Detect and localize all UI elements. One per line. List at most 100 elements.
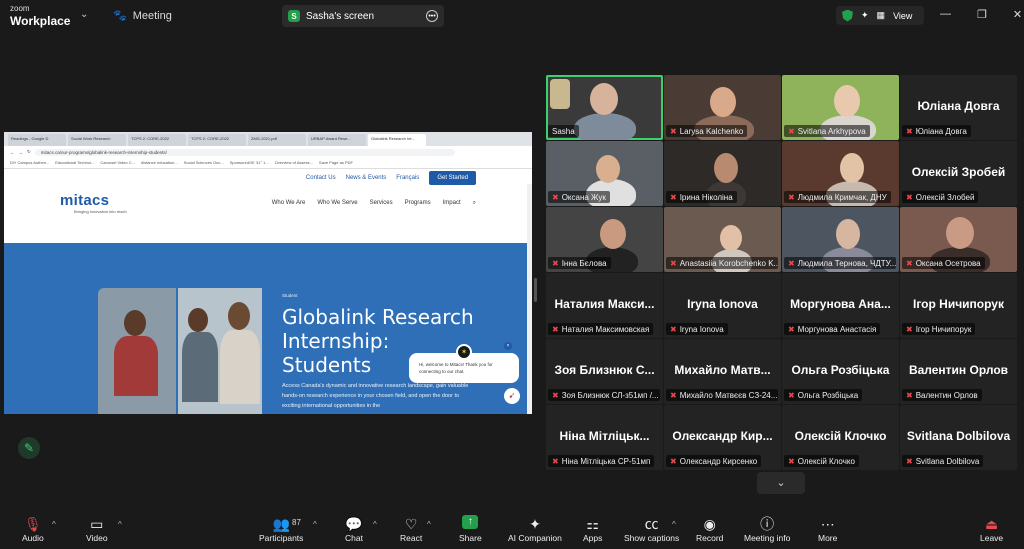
nav-who-we-are[interactable]: Who We Are: [272, 200, 306, 206]
participant-tile[interactable]: Sasha: [546, 75, 663, 140]
react-button[interactable]: ♡ React: [400, 515, 422, 543]
chevron-down-icon[interactable]: ⌄: [80, 9, 88, 20]
meeting-info-button[interactable]: ⓘ Meeting info: [744, 515, 790, 543]
bookmark[interactable]: distance education...: [141, 160, 178, 166]
bookmark[interactable]: Carousel Video C...: [100, 160, 135, 166]
bookmark[interactable]: Social Sciences Onc...: [184, 160, 224, 166]
more-button[interactable]: ⋯ More: [818, 515, 837, 543]
leave-button[interactable]: ⏏ Leave: [980, 515, 1003, 543]
video-label: Video: [86, 533, 108, 543]
get-started-button[interactable]: Get Started: [429, 171, 476, 185]
participant-tile[interactable]: ✖ Anastasiia Korobchenko K...: [664, 207, 781, 272]
bookmark[interactable]: DiY Campus Authen...: [10, 160, 49, 166]
minimize-icon[interactable]: —: [940, 8, 951, 21]
participant-tile[interactable]: Svitlana Dolbilova ✖ Svitlana Dolbilova: [900, 405, 1017, 470]
sparkle-icon[interactable]: ✦: [861, 10, 869, 21]
browser-tab[interactable]: URBAP Award Rese...: [308, 134, 366, 146]
muted-mic-icon: ✖: [552, 390, 559, 400]
captions-button[interactable]: ㏄ Show captions: [624, 515, 679, 543]
participant-tile[interactable]: ✖ Оксана Осетрова: [900, 207, 1017, 272]
participant-tile[interactable]: Iryna Ionova ✖ Iryna Ionova: [664, 273, 781, 338]
participant-tile[interactable]: ✖ Larysa Kalchenko: [664, 75, 781, 140]
participant-tile[interactable]: Олександр Кир... ✖ Олександр Кирсенко: [664, 405, 781, 470]
bookmark[interactable]: Overview of Assess...: [275, 160, 313, 166]
chat-button[interactable]: 💬 Chat: [345, 515, 363, 543]
participant-tile[interactable]: ✖ Оксана Жук: [546, 141, 663, 206]
gallery-next-page-icon[interactable]: ⌄: [757, 472, 805, 494]
browser-tab[interactable]: TCPS 2: CORE-2022: [188, 134, 246, 146]
view-control[interactable]: ✦ ▦ View: [836, 6, 924, 25]
close-icon[interactable]: ✕: [1013, 8, 1022, 21]
participant-tile[interactable]: ✖ Ірина Ніколіна: [664, 141, 781, 206]
nav-impact[interactable]: Impact: [443, 200, 461, 206]
react-options-chevron-icon[interactable]: ^: [427, 520, 431, 529]
browser-tab[interactable]: Social Work Research: [68, 134, 126, 146]
nav-who-we-serve[interactable]: Who We Serve: [317, 200, 357, 206]
video-button[interactable]: ▭ Video: [86, 515, 108, 543]
participant-tile[interactable]: Валентин Орлов ✖ Валентин Орлов: [900, 339, 1017, 404]
annotate-pencil-icon[interactable]: ✎: [18, 437, 40, 459]
browser-tab[interactable]: TCPS 2: CORE-2022: [128, 134, 186, 146]
forward-icon[interactable]: →: [19, 150, 24, 155]
video-options-chevron-icon[interactable]: ^: [118, 520, 122, 529]
contact-link[interactable]: Contact Us: [306, 175, 336, 181]
share-button[interactable]: ↑ Share: [459, 515, 482, 543]
page-scrollbar[interactable]: [527, 184, 532, 414]
browser-tab[interactable]: Readings - Google D: [8, 134, 66, 146]
panel-resize-handle[interactable]: [534, 278, 537, 302]
apps-button[interactable]: ⚏ Apps: [583, 515, 602, 543]
nav-programs[interactable]: Programs: [405, 200, 431, 206]
back-icon[interactable]: ←: [10, 150, 15, 155]
sparkle-icon: ✦: [529, 516, 541, 532]
ai-companion-button[interactable]: ✦ AI Companion: [508, 515, 562, 543]
sharer-avatar: S: [288, 10, 300, 22]
participants-options-chevron-icon[interactable]: ^: [313, 520, 317, 529]
chat-options-chevron-icon[interactable]: ^: [373, 520, 377, 529]
participant-tile[interactable]: Юліана Довга ✖ Юліана Довга: [900, 75, 1017, 140]
meeting-toolbar: 🎙 Audio ^ ▭ Video ^ 👥 Participants 87 ^ …: [0, 511, 1024, 549]
participant-tile[interactable]: ✖ Інна Бєлова: [546, 207, 663, 272]
participant-tile[interactable]: Наталия Макси... ✖ Наталия Максимовская: [546, 273, 663, 338]
participant-tile[interactable]: Олексій Зробей ✖ Олексій Злобей: [900, 141, 1017, 206]
muted-mic-icon: ✖: [788, 324, 795, 334]
chat-close-icon[interactable]: ×: [504, 342, 512, 350]
captions-options-chevron-icon[interactable]: ^: [672, 520, 676, 529]
audio-button[interactable]: 🎙 Audio: [22, 515, 44, 543]
news-link[interactable]: News & Events: [346, 175, 387, 181]
url-field[interactable]: mitacs.ca/our-programs/globalink-researc…: [34, 148, 455, 156]
nav-services[interactable]: Services: [370, 200, 393, 206]
search-icon[interactable]: ⌕: [473, 200, 476, 207]
bookmark[interactable]: SponsoredGE 31° 1...: [230, 160, 269, 166]
muted-mic-icon: ✖: [670, 390, 677, 400]
browser-tab-active[interactable]: Globalink Research Int...: [368, 134, 426, 146]
bookmark[interactable]: Educational Technol...: [55, 160, 94, 166]
mitacs-logo[interactable]: mitacs Bringing innovation into reach: [60, 192, 127, 214]
participant-tile[interactable]: Моргунова Ана... ✖ Моргунова Анастасія: [782, 273, 899, 338]
meeting-menu[interactable]: 🐾 Meeting: [113, 9, 172, 23]
record-button[interactable]: ◉ Record: [696, 515, 723, 543]
participant-tile[interactable]: ✖ Людмила Тернова, ЧДТУ...: [782, 207, 899, 272]
audio-options-chevron-icon[interactable]: ^: [52, 520, 56, 529]
audio-label: Audio: [22, 533, 44, 543]
shared-screen-tab[interactable]: S Sasha's screen •••: [282, 5, 444, 27]
chat-launcher-icon[interactable]: ➹: [504, 388, 520, 404]
language-link[interactable]: Français: [396, 175, 419, 181]
participant-tile[interactable]: ✖ Людмила Кримчак, ДНУ: [782, 141, 899, 206]
muted-mic-icon: ✖: [906, 192, 913, 202]
restore-icon[interactable]: ❐: [977, 8, 987, 21]
participant-tile[interactable]: Зоя Близнюк С... ✖ Зоя Близнюк СЛ-з51мп /…: [546, 339, 663, 404]
participant-tile[interactable]: Ніна Мітліцьк... ✖ Ніна Мітліцька СР-51мп: [546, 405, 663, 470]
participant-tile[interactable]: Олексій Клочко ✖ Олексій Клочко: [782, 405, 899, 470]
mic-muted-icon: 🎙: [23, 516, 42, 532]
more-options-icon[interactable]: •••: [426, 10, 438, 22]
participant-tile[interactable]: Ольга Розбіцька ✖ Ольга Розбіцька: [782, 339, 899, 404]
participant-name: Оксана Жук: [561, 192, 606, 202]
reload-icon[interactable]: ↻: [27, 149, 31, 155]
bookmark[interactable]: Save Page as PDF: [319, 160, 353, 166]
muted-mic-icon: ✖: [670, 258, 677, 268]
shared-screen[interactable]: Readings - Google D Social Work Research…: [4, 132, 532, 414]
participant-tile[interactable]: ✖ Svitlana Arkhypova: [782, 75, 899, 140]
participant-tile[interactable]: Михайло Матв... ✖ Михайло Матвєєв СЗ-24..…: [664, 339, 781, 404]
participant-tile[interactable]: Ігор Ничипорук ✖ Ігор Ничипорук: [900, 273, 1017, 338]
browser-tab[interactable]: ZMG-2021.pdf: [248, 134, 306, 146]
